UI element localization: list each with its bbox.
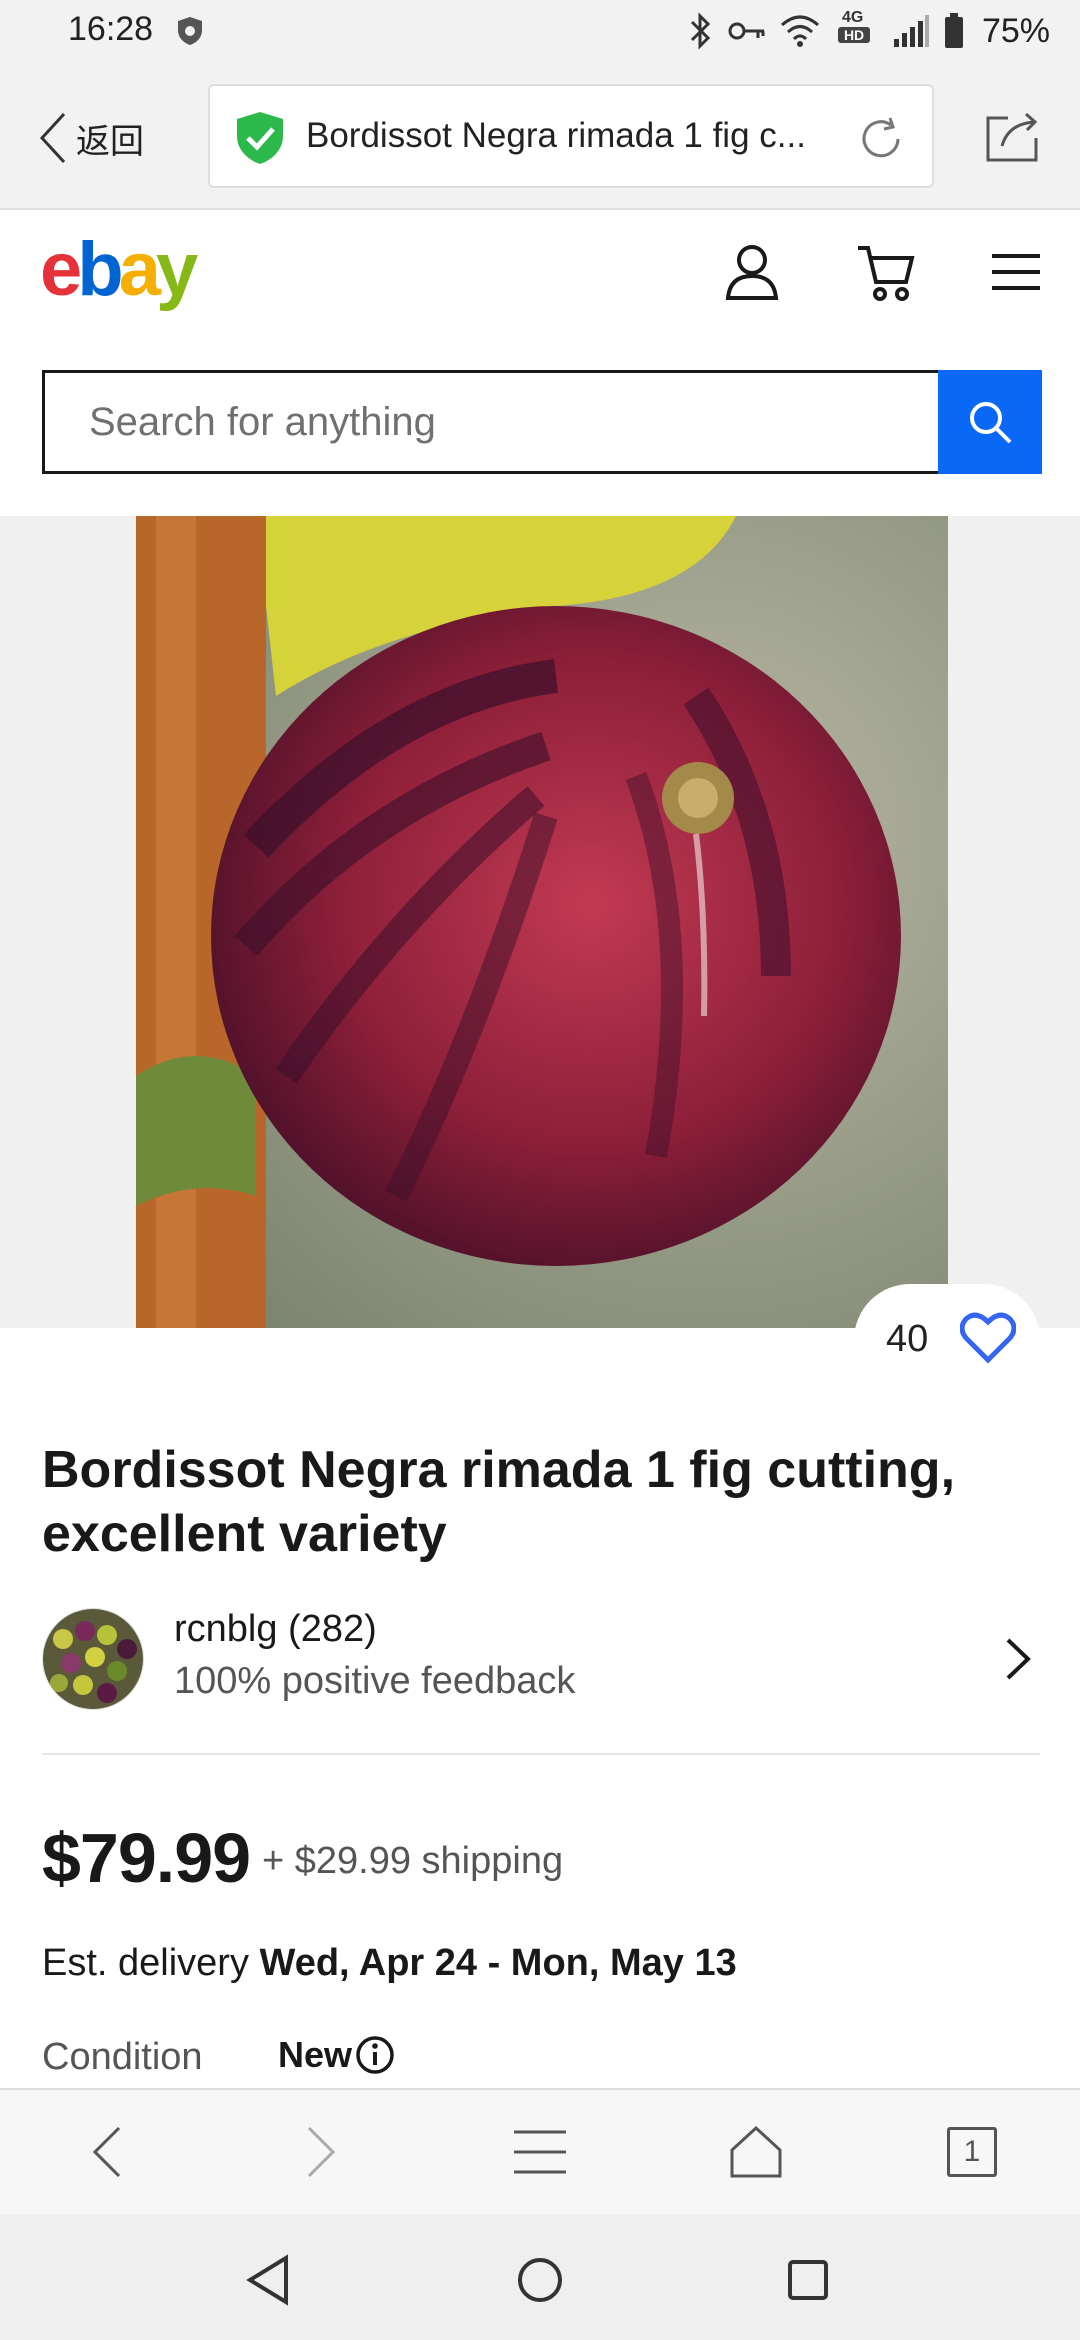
status-time: 16:28 (68, 10, 154, 48)
info-icon[interactable] (354, 2034, 396, 2076)
hamburger-icon (514, 2130, 566, 2174)
fig-photo (136, 516, 948, 1328)
share-icon[interactable] (984, 108, 1040, 164)
reload-icon[interactable] (856, 114, 906, 164)
battery-icon (944, 13, 963, 48)
android-nav-bar (0, 2214, 1080, 2340)
account-icon[interactable] (722, 242, 782, 302)
search-bar (42, 370, 1042, 474)
avatar-image (43, 1609, 143, 1709)
watch-count: 40 (886, 1318, 929, 1360)
home-icon (730, 2125, 782, 2178)
system-recents-icon[interactable] (780, 2252, 836, 2308)
system-home-icon[interactable] (512, 2252, 568, 2308)
seller-avatar (42, 1608, 144, 1710)
seller-name: rcnblg (282) (174, 1608, 377, 1650)
battery-percent: 75% (981, 11, 1050, 50)
nav-forward-button[interactable] (290, 2120, 354, 2184)
tab-count: 1 (963, 2135, 981, 2168)
chevron-left-icon (39, 112, 66, 164)
browser-toolbar: 返回 Bordissot Negra rimada 1 fig c... (0, 62, 1080, 210)
search-icon (970, 402, 1012, 444)
shield-status-icon (178, 17, 202, 45)
heart-icon (960, 1312, 1016, 1364)
product-image[interactable] (136, 516, 948, 1328)
network-type: 4G (841, 9, 864, 26)
browser-bottom-toolbar: 1 (0, 2088, 1080, 2214)
logo-letter-e: e (40, 227, 82, 312)
arrow-forward-icon (307, 2126, 336, 2178)
estimated-delivery: Est. delivery Wed, Apr 24 - Mon, May 13 (42, 1942, 737, 1985)
address-bar-title: Bordissot Negra rimada 1 fig c... (306, 116, 806, 155)
menu-icon[interactable] (986, 242, 1046, 302)
delivery-label: Est. delivery (42, 1942, 249, 1984)
watch-button[interactable]: 40 (854, 1284, 1040, 1396)
nav-back-button[interactable] (74, 2120, 138, 2184)
back-label: 返回 (76, 121, 144, 162)
delivery-dates: Wed, Apr 24 - Mon, May 13 (259, 1942, 737, 1984)
price: $79.99 (42, 1819, 251, 1897)
signal-icon (893, 15, 929, 47)
key-icon (728, 22, 765, 40)
logo-letter-y: y (156, 227, 198, 312)
shipping-cost: + $29.99 shipping (262, 1840, 564, 1882)
wifi-icon (780, 15, 819, 47)
ebay-logo[interactable]: ebay (40, 232, 198, 308)
status-bar: 16:28 4G HD 75% (0, 0, 1080, 62)
listing-title: Bordissot Negra rimada 1 fig cutting, ex… (42, 1441, 956, 1563)
search-button[interactable] (938, 370, 1042, 474)
home-button[interactable] (724, 2120, 788, 2184)
secure-shield-icon (237, 112, 283, 164)
search-input[interactable] (42, 370, 938, 474)
bluetooth-icon (690, 12, 711, 50)
seller-info[interactable]: rcnblg (282) 100% positive feedback (42, 1604, 1042, 1714)
divider (42, 1753, 1040, 1755)
chevron-right-icon (1006, 1638, 1031, 1680)
cart-icon[interactable] (856, 242, 916, 302)
tabs-button[interactable]: 1 (940, 2120, 1004, 2184)
logo-letter-b: b (77, 227, 123, 312)
network-indicator: 4G HD (834, 9, 878, 51)
product-image-area (0, 516, 1080, 1328)
address-bar[interactable]: Bordissot Negra rimada 1 fig c... (208, 84, 934, 188)
browser-menu-button[interactable] (508, 2120, 572, 2184)
condition-label: Condition (42, 2036, 203, 2078)
condition-value: New (278, 2034, 396, 2076)
arrow-back-icon (92, 2126, 121, 2178)
seller-feedback: 100% positive feedback (174, 1660, 576, 1702)
logo-letter-a: a (118, 227, 161, 312)
network-sub: HD (837, 27, 871, 43)
browser-back-button[interactable]: 返回 (38, 108, 144, 168)
tab-count-box: 1 (947, 2127, 997, 2177)
system-back-icon[interactable] (242, 2252, 298, 2308)
condition-text: New (278, 2034, 353, 2075)
